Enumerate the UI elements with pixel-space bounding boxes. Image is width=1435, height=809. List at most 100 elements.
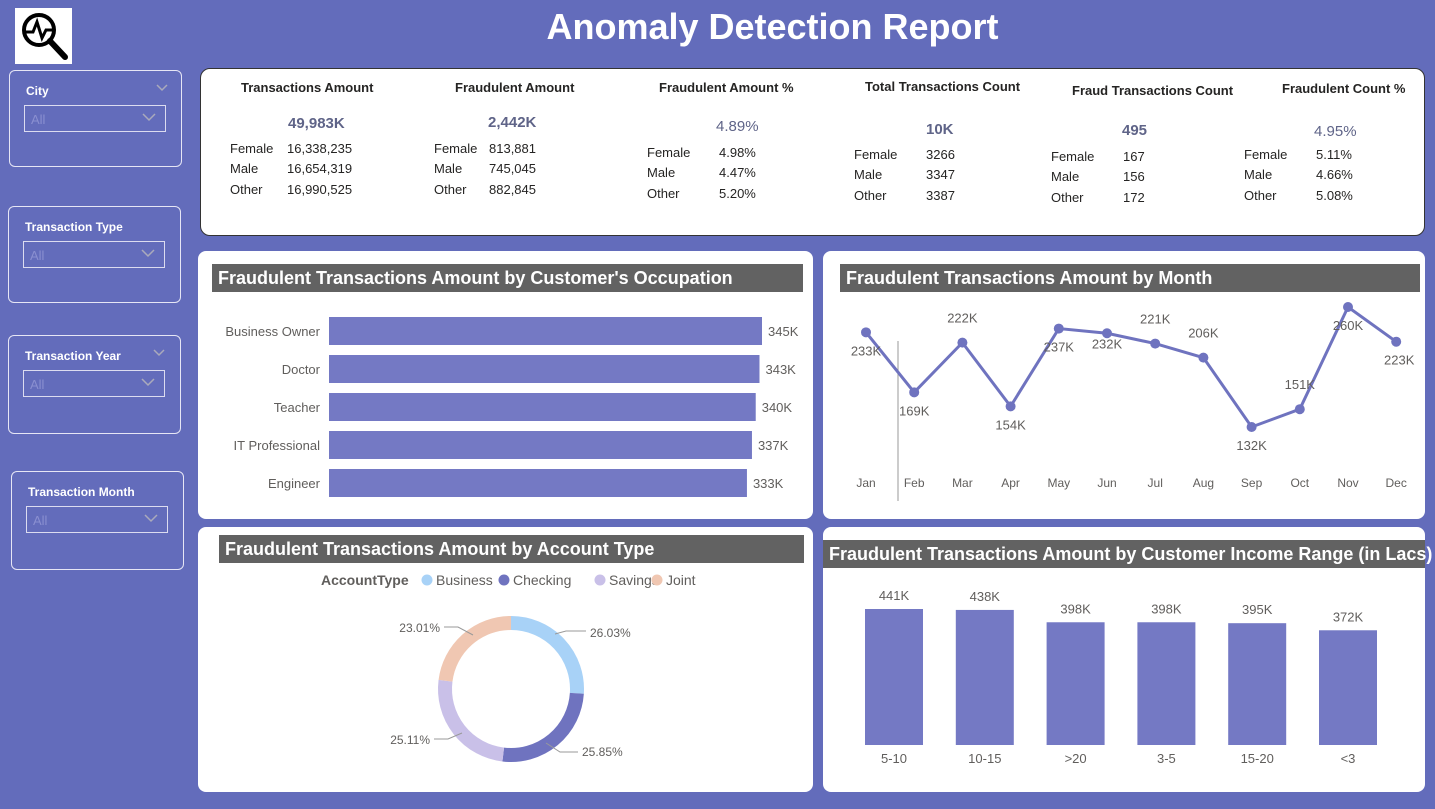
kpi-row-label: Male — [854, 167, 883, 182]
data-label: 25.85% — [582, 745, 623, 759]
kpi-row-value: 813,881 — [489, 141, 536, 156]
data-point — [909, 387, 920, 398]
chevron-down-icon — [156, 84, 168, 92]
legend-item: Business — [436, 572, 493, 588]
kpi-row-value: 172 — [1123, 190, 1145, 205]
data-point — [1005, 401, 1016, 412]
data-label: 345K — [768, 324, 799, 339]
kpi-title: Fraudulent Amount — [455, 80, 575, 95]
legend-marker — [594, 574, 606, 586]
data-point — [1343, 302, 1353, 312]
chevron-down-icon — [153, 349, 165, 357]
x-tick-label: Aug — [1193, 476, 1214, 490]
month-line-chart: 233K Jan 169K Feb 222K Mar 154K Apr 237K May 232K J… — [851, 302, 1415, 501]
data-label: 441K — [879, 588, 910, 603]
kpi-value: 10K — [926, 121, 954, 138]
data-label: 233K — [851, 343, 882, 358]
bar — [329, 355, 760, 383]
data-point — [861, 327, 871, 338]
kpi-title: Total Transactions Count — [865, 79, 1021, 94]
legend-item: Checking — [513, 572, 571, 588]
data-label: 340K — [762, 400, 793, 415]
x-tick-label: <3 — [1341, 751, 1356, 766]
kpi-row-label: Other — [434, 182, 467, 197]
data-label: 151K — [1285, 377, 1316, 392]
data-label: 237K — [1044, 340, 1075, 355]
kpi-row-label: Other — [1051, 190, 1084, 205]
data-point — [957, 337, 968, 348]
x-tick-label: Sep — [1241, 476, 1263, 490]
x-tick-label: >20 — [1065, 751, 1087, 766]
donut-slice — [438, 616, 512, 682]
slicer-city[interactable]: City All — [9, 70, 182, 167]
x-tick-label: 15-20 — [1241, 751, 1274, 766]
slicer-value: All — [31, 112, 46, 127]
kpi-row-value: 3387 — [926, 188, 955, 203]
data-point — [1053, 323, 1064, 334]
data-label: 132K — [1236, 438, 1267, 453]
data-point — [1294, 404, 1305, 415]
data-label: 223K — [1384, 353, 1415, 368]
slicer-transaction-year[interactable]: Transaction Year All — [8, 335, 181, 434]
x-tick-label: 10-15 — [968, 751, 1001, 766]
data-label: 372K — [1333, 609, 1364, 624]
donut-slice — [502, 692, 584, 762]
data-label: 154K — [995, 417, 1026, 432]
kpi-row-value: 745,045 — [489, 161, 536, 176]
data-label: 232K — [1092, 336, 1123, 351]
data-label: 169K — [899, 403, 930, 418]
x-tick-label: 3-5 — [1157, 751, 1176, 766]
data-label: 398K — [1151, 601, 1182, 616]
slicer-dropdown[interactable]: All — [24, 105, 166, 132]
kpi-row-label: Other — [647, 186, 680, 201]
kpi-row-label: Female — [1244, 147, 1288, 162]
data-label: 23.01% — [399, 621, 440, 635]
legend-marker — [421, 574, 433, 586]
slicer-label: Transaction Month — [28, 485, 135, 499]
slicer-transaction-type[interactable]: Transaction Type All — [8, 206, 181, 303]
kpi-row-label: Male — [230, 161, 259, 176]
kpi-row-label: Male — [434, 161, 463, 176]
legend-item: Joint — [666, 572, 696, 588]
kpi-row-value: 5.20% — [719, 186, 756, 201]
page-title: Anomaly Detection Report — [546, 6, 999, 47]
chevron-down-icon — [141, 378, 155, 387]
kpi-row-label: Female — [647, 145, 691, 160]
slicer-transaction-month[interactable]: Transaction Month All — [11, 471, 184, 570]
x-tick-label: Apr — [1001, 476, 1020, 490]
kpi-row-label: Female — [230, 141, 274, 156]
data-label: 206K — [1188, 326, 1219, 341]
account-type-donut-chart: AccountType Business Checking Savings Joint 2… — [321, 572, 696, 762]
data-label: 395K — [1242, 602, 1273, 617]
data-label: 26.03% — [590, 626, 631, 640]
slicer-label: Transaction Year — [25, 349, 121, 363]
kpi-row-label: Other — [230, 182, 263, 197]
data-label: 260K — [1333, 318, 1364, 333]
bar — [865, 609, 923, 745]
donut-slice — [510, 616, 584, 694]
data-label: 221K — [1140, 312, 1171, 327]
slicer-dropdown[interactable]: All — [26, 506, 168, 533]
occupation-bar-chart: Business Owner 345K Doctor 343K Teacher 340K I… — [225, 317, 799, 497]
legend-marker — [498, 574, 510, 586]
data-label: 25.11% — [390, 733, 430, 747]
slicer-label: City — [26, 84, 49, 98]
kpi-row-label: Male — [647, 165, 676, 180]
month-chart-panel: Fraudulent Transactions Amount by Month … — [823, 251, 1425, 519]
bar — [329, 469, 747, 497]
bar — [329, 317, 762, 345]
data-label: 398K — [1060, 601, 1091, 616]
chevron-down-icon — [141, 249, 155, 258]
occupation-chart-panel: Fraudulent Transactions Amount by Custom… — [198, 251, 813, 519]
data-label: 333K — [753, 476, 784, 491]
slicer-dropdown[interactable]: All — [23, 241, 165, 268]
kpi-value: 4.89% — [716, 118, 759, 135]
kpi-row-label: Female — [434, 141, 478, 156]
x-tick-label: Mar — [952, 476, 973, 490]
bar — [1137, 622, 1196, 745]
kpi-title: Fraud Transactions Count — [1072, 83, 1234, 98]
kpi-value: 4.95% — [1314, 123, 1357, 140]
slicer-dropdown[interactable]: All — [23, 370, 165, 397]
category-label: Doctor — [282, 362, 321, 377]
category-label: Business Owner — [225, 324, 320, 339]
